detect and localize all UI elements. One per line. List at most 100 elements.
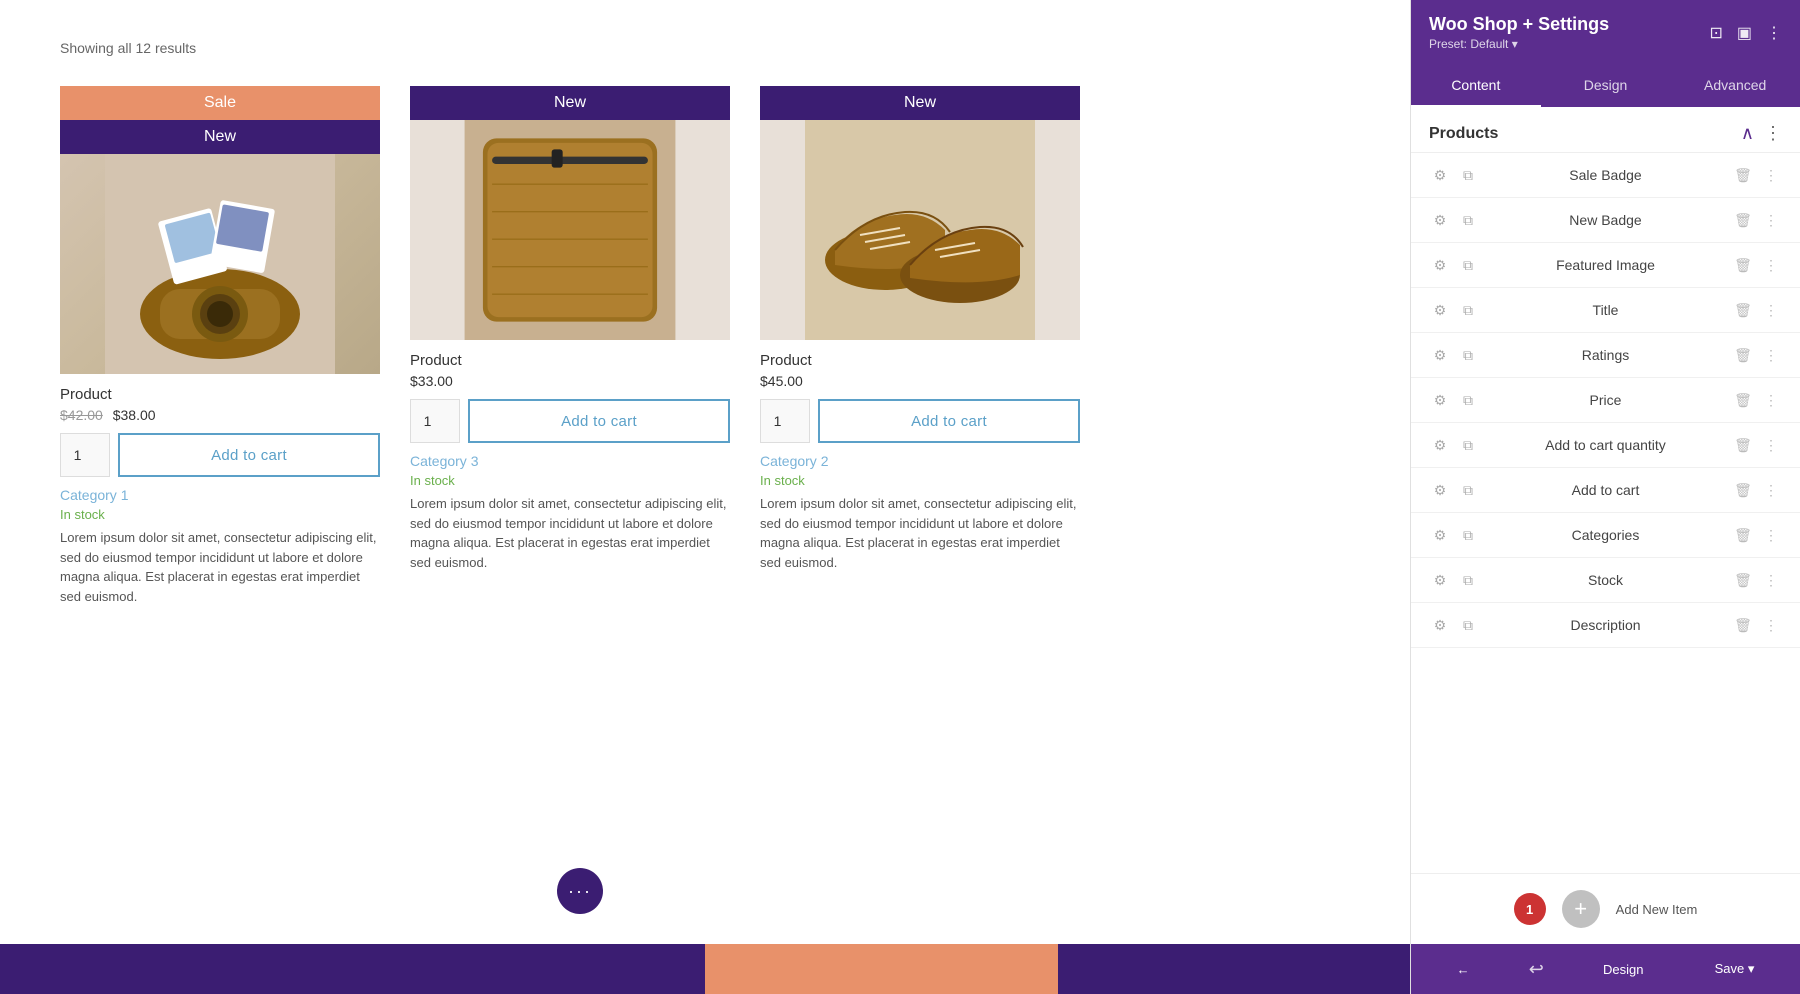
original-price-1: $42.00 (60, 407, 103, 423)
delete-icon-6[interactable]: 🗑 (1732, 389, 1754, 411)
settings-icon-7[interactable]: ⚙ (1429, 434, 1451, 456)
tab-advanced[interactable]: Advanced (1670, 65, 1800, 107)
panel-footer: 1 + Add New Item (1411, 873, 1800, 944)
list-item-title: ⚙ ⧉ Title 🗑 ⋮ (1411, 288, 1800, 333)
settings-icon-6[interactable]: ⚙ (1429, 389, 1451, 411)
copy-icon-8[interactable]: ⧉ (1457, 479, 1479, 501)
settings-icon-4[interactable]: ⚙ (1429, 299, 1451, 321)
qty-input-3[interactable] (760, 399, 810, 443)
more-icon-8[interactable]: ⋮ (1760, 479, 1782, 501)
item-actions-right-9: 🗑 ⋮ (1732, 524, 1782, 546)
product-category-1[interactable]: Category 1 (60, 487, 380, 503)
delete-icon-2[interactable]: 🗑 (1732, 209, 1754, 231)
more-icon[interactable]: ⋮ (1760, 164, 1782, 186)
delete-icon-4[interactable]: 🗑 (1732, 299, 1754, 321)
design-button[interactable]: Design (1591, 956, 1655, 983)
list-item-featured-image: ⚙ ⧉ Featured Image 🗑 ⋮ (1411, 243, 1800, 288)
more-icon-10[interactable]: ⋮ (1760, 569, 1782, 591)
settings-icon-2[interactable]: ⚙ (1429, 209, 1451, 231)
item-icons-left-3: ⚙ ⧉ (1429, 254, 1479, 276)
product-price-1: $42.00 $38.00 (60, 407, 380, 423)
delete-icon-5[interactable]: 🗑 (1732, 344, 1754, 366)
delete-icon-10[interactable]: 🗑 (1732, 569, 1754, 591)
copy-icon-3[interactable]: ⧉ (1457, 254, 1479, 276)
more-icon-11[interactable]: ⋮ (1760, 614, 1782, 636)
product-category-3[interactable]: Category 2 (760, 453, 1080, 469)
save-button[interactable]: Save ▾ (1703, 955, 1767, 983)
section-menu-icon[interactable]: ⋮ (1764, 123, 1782, 144)
more-icon[interactable]: ⋮ (1766, 23, 1782, 43)
collapse-icon[interactable]: ∧ (1741, 123, 1754, 144)
qty-input-2[interactable] (410, 399, 460, 443)
settings-icon-8[interactable]: ⚙ (1429, 479, 1451, 501)
product-image-1 (60, 154, 380, 374)
tab-design[interactable]: Design (1541, 65, 1671, 107)
copy-icon-11[interactable]: ⧉ (1457, 614, 1479, 636)
item-label-new-badge: New Badge (1487, 212, 1724, 228)
delete-icon-8[interactable]: 🗑 (1732, 479, 1754, 501)
delete-icon-9[interactable]: 🗑 (1732, 524, 1754, 546)
copy-icon-5[interactable]: ⧉ (1457, 344, 1479, 366)
copy-icon-2[interactable]: ⧉ (1457, 209, 1479, 231)
list-item-add-to-cart: ⚙ ⧉ Add to cart 🗑 ⋮ (1411, 468, 1800, 513)
add-new-item-label: Add New Item (1616, 902, 1698, 917)
notification-badge: 1 (1514, 893, 1546, 925)
panel-preset[interactable]: Preset: Default ▾ (1429, 37, 1699, 51)
panel-title-group: Woo Shop + Settings Preset: Default ▾ (1429, 14, 1699, 51)
settings-icon-10[interactable]: ⚙ (1429, 569, 1451, 591)
tab-content[interactable]: Content (1411, 65, 1541, 107)
product-price-3: $45.00 (760, 373, 1080, 389)
product-card-2: New (410, 86, 730, 572)
list-item-ratings: ⚙ ⧉ Ratings 🗑 ⋮ (1411, 333, 1800, 378)
dots-icon: ··· (568, 881, 592, 902)
bottom-bar-orange (705, 944, 1058, 994)
responsive-icon[interactable]: ⊡ (1709, 23, 1722, 43)
settings-icon-5[interactable]: ⚙ (1429, 344, 1451, 366)
product-stock-3: In stock (760, 473, 1080, 488)
add-to-cart-btn-2[interactable]: Add to cart (468, 399, 730, 443)
product-desc-3: Lorem ipsum dolor sit amet, consectetur … (760, 494, 1080, 572)
item-actions-right: 🗑 ⋮ (1732, 164, 1782, 186)
qty-input-1[interactable] (60, 433, 110, 477)
settings-icon-3[interactable]: ⚙ (1429, 254, 1451, 276)
copy-icon-6[interactable]: ⧉ (1457, 389, 1479, 411)
sale-price-1: $38.00 (113, 407, 156, 423)
layout-icon[interactable]: ▣ (1737, 23, 1752, 43)
more-icon-9[interactable]: ⋮ (1760, 524, 1782, 546)
copy-icon-9[interactable]: ⧉ (1457, 524, 1479, 546)
copy-icon[interactable]: ⧉ (1457, 164, 1479, 186)
settings-icon-9[interactable]: ⚙ (1429, 524, 1451, 546)
copy-icon-7[interactable]: ⧉ (1457, 434, 1479, 456)
more-icon-3[interactable]: ⋮ (1760, 254, 1782, 276)
delete-icon-11[interactable]: 🗑 (1732, 614, 1754, 636)
add-to-cart-btn-1[interactable]: Add to cart (118, 433, 380, 477)
bottom-bar-purple-2 (353, 944, 706, 994)
undo-button[interactable]: ← (1445, 956, 1482, 983)
add-new-item-button[interactable]: + (1562, 890, 1600, 928)
item-actions-right-8: 🗑 ⋮ (1732, 479, 1782, 501)
delete-icon[interactable]: 🗑 (1732, 164, 1754, 186)
item-label-add-to-cart: Add to cart (1487, 482, 1724, 498)
list-item-categories: ⚙ ⧉ Categories 🗑 ⋮ (1411, 513, 1800, 558)
panel-section-header: Products ∧ ⋮ (1411, 107, 1800, 153)
camera-image (60, 154, 380, 374)
product-category-2[interactable]: Category 3 (410, 453, 730, 469)
results-count: Showing all 12 results (60, 40, 1350, 56)
copy-icon-10[interactable]: ⧉ (1457, 569, 1479, 591)
settings-icon[interactable]: ⚙ (1429, 164, 1451, 186)
item-label-description: Description (1487, 617, 1724, 633)
more-icon-2[interactable]: ⋮ (1760, 209, 1782, 231)
settings-icon-11[interactable]: ⚙ (1429, 614, 1451, 636)
add-to-cart-btn-3[interactable]: Add to cart (818, 399, 1080, 443)
item-actions-right-2: 🗑 ⋮ (1732, 209, 1782, 231)
copy-icon-4[interactable]: ⧉ (1457, 299, 1479, 321)
more-icon-7[interactable]: ⋮ (1760, 434, 1782, 456)
floating-menu-button[interactable]: ··· (557, 868, 603, 914)
delete-icon-3[interactable]: 🗑 (1732, 254, 1754, 276)
more-icon-4[interactable]: ⋮ (1760, 299, 1782, 321)
back-icon[interactable]: ↩ (1529, 959, 1544, 980)
item-icons-left-6: ⚙ ⧉ (1429, 389, 1479, 411)
more-icon-6[interactable]: ⋮ (1760, 389, 1782, 411)
more-icon-5[interactable]: ⋮ (1760, 344, 1782, 366)
delete-icon-7[interactable]: 🗑 (1732, 434, 1754, 456)
